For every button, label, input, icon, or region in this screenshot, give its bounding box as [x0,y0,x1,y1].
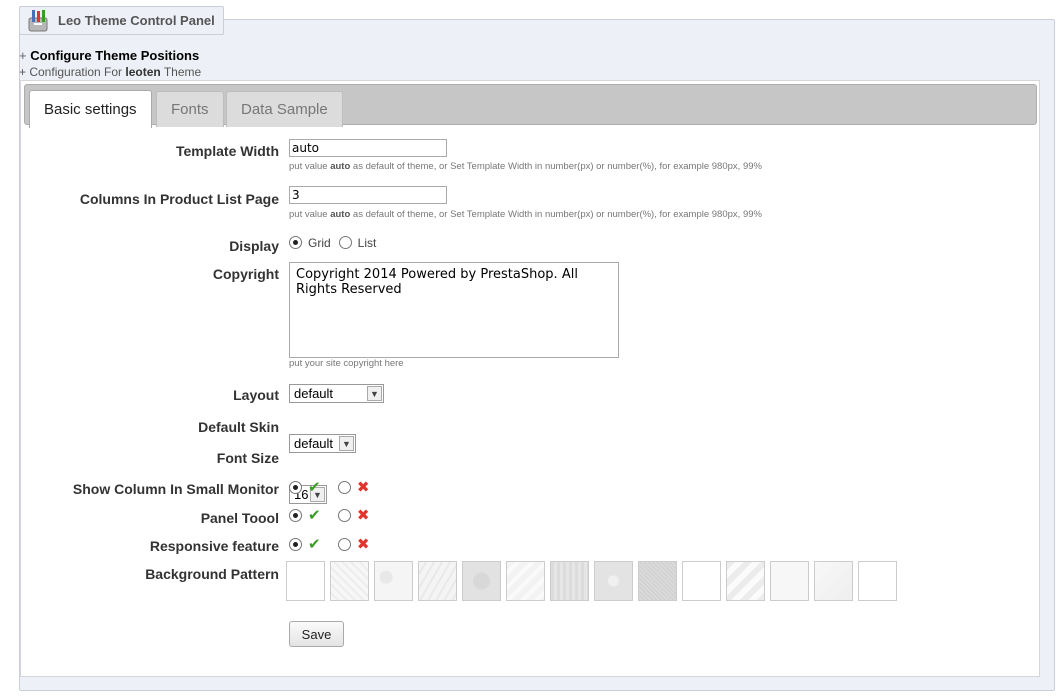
panel-toool-no-radio[interactable] [337,508,351,522]
pattern-swatch-1[interactable] [286,561,325,601]
copyright-hint: put your site copyright here [289,358,404,369]
pattern-swatch-6[interactable] [506,561,545,601]
responsive-label: Responsive feature [149,538,279,554]
responsive-radio-group: ✔ ✖ [289,535,370,553]
default-skin-select[interactable]: default ▼ [289,434,356,453]
default-skin-label: Default Skin [198,419,279,435]
layout-select[interactable]: default ▼ [289,384,384,403]
cross-icon: ✖ [356,479,370,496]
display-grid-radio[interactable] [289,236,302,250]
section-heading: + Configure Theme Positions [19,48,200,63]
font-size-label: Font Size [216,450,279,466]
template-width-input[interactable] [289,139,447,157]
show-column-label: Show Column In Small Monitor [72,481,279,497]
layout-label: Layout [233,387,279,403]
tab-fonts[interactable]: Fonts [156,91,224,127]
display-list-radio[interactable] [338,236,352,250]
pattern-swatch-4[interactable] [418,561,457,601]
copyright-textarea[interactable]: Copyright 2014 Powered by PrestaShop. Al… [289,262,619,358]
background-pattern-label: Background Pattern [145,566,279,582]
check-icon: ✔ [308,479,321,496]
show-column-yes-radio[interactable] [289,480,302,494]
tab-data-sample[interactable]: Data Sample [226,91,343,127]
show-column-no-radio[interactable] [337,480,351,494]
responsive-no-radio[interactable] [337,537,351,551]
palette-brushes-icon [26,9,52,33]
columns-input[interactable] [289,186,447,204]
save-button[interactable]: Save [289,621,344,647]
panel-toool-yes-radio[interactable] [289,508,302,522]
pattern-swatch-7[interactable] [550,561,589,601]
template-width-label: Template Width [175,143,279,159]
cross-icon: ✖ [356,536,370,553]
pattern-swatch-2[interactable] [330,561,369,601]
show-column-radio-group: ✔ ✖ [289,478,370,496]
panel-toool-radio-group: ✔ ✖ [289,506,370,524]
section-subheading: + Configuration For leoten Theme [19,65,202,79]
columns-label: Columns In Product List Page [79,191,279,207]
display-radio-group: Grid List [289,235,384,250]
panel-title: Leo Theme Control Panel [58,13,215,28]
panel-legend: Leo Theme Control Panel [19,6,224,35]
background-pattern-list [286,561,897,601]
check-icon: ✔ [308,536,321,553]
tab-bar: Basic settings Fonts Data Sample [24,84,1037,128]
pattern-swatch-3[interactable] [374,561,413,601]
responsive-yes-radio[interactable] [289,537,302,551]
template-width-hint: put value auto as default of theme, or S… [289,161,762,172]
chevron-down-icon: ▼ [339,436,354,451]
pattern-swatch-12[interactable] [770,561,809,601]
pattern-swatch-11[interactable] [726,561,765,601]
columns-hint: put value auto as default of theme, or S… [289,209,762,220]
display-label: Display [229,238,279,254]
pattern-swatch-5[interactable] [462,561,501,601]
tab-basic-settings[interactable]: Basic settings [29,90,152,128]
check-icon: ✔ [308,507,321,524]
pattern-swatch-14[interactable] [858,561,897,601]
panel-toool-label: Panel Toool [200,510,279,526]
cross-icon: ✖ [356,507,370,524]
chevron-down-icon: ▼ [367,386,382,401]
pattern-swatch-8[interactable] [594,561,633,601]
pattern-swatch-9[interactable] [638,561,677,601]
pattern-swatch-13[interactable] [814,561,853,601]
pattern-swatch-10[interactable] [682,561,721,601]
copyright-label: Copyright [212,266,279,282]
